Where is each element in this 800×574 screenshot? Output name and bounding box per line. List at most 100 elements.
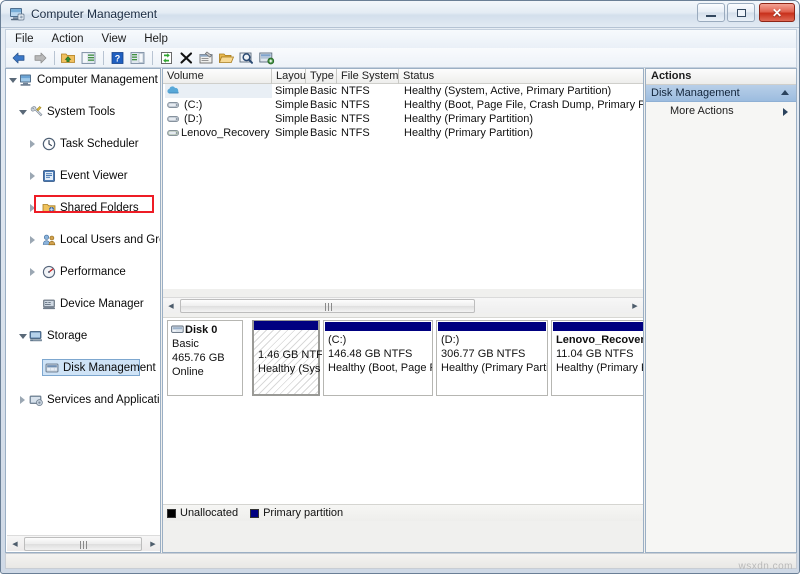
toolbar: ? bbox=[5, 48, 797, 68]
tree-item-label: Shared Folders bbox=[60, 202, 139, 214]
expander-open-icon[interactable] bbox=[19, 332, 28, 341]
cell-type: Basic bbox=[310, 85, 337, 97]
scroll-left-arrow[interactable]: ◀ bbox=[163, 298, 179, 314]
status-bar bbox=[5, 553, 797, 569]
expander-closed-icon[interactable] bbox=[29, 204, 38, 213]
table-row[interactable]: Lenovo_Recovery (E:) Simple Basic NTFS H… bbox=[163, 126, 643, 140]
tree-item-disk-management[interactable]: Disk Management bbox=[6, 359, 160, 376]
volume-list-horizontal-scrollbar[interactable]: ◀ ▶ bbox=[163, 297, 643, 313]
scroll-thumb[interactable] bbox=[180, 299, 475, 313]
close-button[interactable]: ✕ bbox=[759, 3, 795, 22]
rescan-disks-icon[interactable] bbox=[237, 49, 256, 66]
scroll-right-arrow[interactable]: ▶ bbox=[627, 298, 643, 314]
volume-icon bbox=[167, 128, 180, 138]
expander-open-icon[interactable] bbox=[19, 108, 28, 117]
scroll-right-arrow[interactable]: ▶ bbox=[145, 536, 160, 552]
menu-view[interactable]: View bbox=[93, 31, 136, 47]
partition-block-0[interactable]: 1.46 GB NTFS Healthy (Syst bbox=[252, 320, 322, 396]
tree-item-storage[interactable]: Storage bbox=[6, 328, 160, 344]
services-icon bbox=[29, 393, 44, 407]
tree-item-services-and-applications[interactable]: Services and Applications bbox=[6, 392, 160, 408]
show-hide-console-tree-icon[interactable] bbox=[79, 49, 98, 66]
column-header-type[interactable]: Type bbox=[306, 69, 337, 84]
maximize-icon bbox=[728, 4, 754, 21]
partition-label: (C:) bbox=[328, 334, 347, 346]
tree-item-event-viewer[interactable]: Event Viewer bbox=[6, 168, 160, 184]
tree-item-system-tools[interactable]: System Tools bbox=[6, 104, 160, 120]
more-actions-item[interactable]: More Actions bbox=[646, 103, 796, 120]
cell-layout: Simple bbox=[275, 127, 309, 139]
disk-row-0: Disk 0 Basic 465.76 GB Online 1.46 GB NT… bbox=[167, 320, 643, 396]
column-header-file-system[interactable]: File System bbox=[337, 69, 399, 84]
chevron-up-icon[interactable] bbox=[781, 90, 789, 95]
menu-help[interactable]: Help bbox=[135, 31, 177, 47]
tree-item-label: Local Users and Groups bbox=[60, 234, 160, 246]
up-folder-icon[interactable] bbox=[59, 49, 78, 66]
tree-item-label: Disk Management bbox=[63, 362, 156, 374]
main-body: Computer Management (Local System Tools bbox=[5, 68, 797, 553]
scroll-left-arrow[interactable]: ◀ bbox=[7, 536, 23, 552]
scroll-thumb[interactable] bbox=[24, 537, 142, 551]
forward-icon[interactable] bbox=[30, 49, 49, 66]
partition-color-bar bbox=[254, 321, 318, 330]
tree-item-performance[interactable]: Performance bbox=[6, 264, 160, 280]
actions-group-label: Disk Management bbox=[651, 87, 740, 99]
properties-icon[interactable] bbox=[197, 49, 216, 66]
tree-item-computer-management[interactable]: Computer Management (Local bbox=[6, 72, 160, 88]
help-icon[interactable]: ? bbox=[108, 49, 127, 66]
partition-size: 306.77 GB NTFS bbox=[441, 348, 526, 360]
tree-item-device-manager[interactable]: Device Manager bbox=[6, 296, 160, 312]
svg-text:?: ? bbox=[115, 53, 121, 63]
partition-block-2[interactable]: (D:) 306.77 GB NTFS Healthy (Primary Par… bbox=[436, 320, 548, 396]
cell-type: Basic bbox=[310, 113, 337, 125]
tree-item-shared-folders[interactable]: Shared Folders bbox=[6, 200, 160, 216]
menu-action[interactable]: Action bbox=[43, 31, 93, 47]
disk-info-panel[interactable]: Disk 0 Basic 465.76 GB Online bbox=[167, 320, 243, 396]
volume-icon bbox=[167, 100, 180, 110]
legend-swatch-unallocated bbox=[167, 508, 176, 518]
expander-closed-icon[interactable] bbox=[29, 140, 38, 149]
menu-file[interactable]: File bbox=[6, 31, 43, 47]
chevron-right-icon[interactable] bbox=[783, 108, 788, 116]
table-row[interactable]: Simple Basic NTFS Healthy (System, Activ… bbox=[163, 84, 643, 98]
column-header-layout[interactable]: Layout bbox=[272, 69, 306, 84]
open-folder-icon[interactable] bbox=[217, 49, 236, 66]
back-icon[interactable] bbox=[10, 49, 29, 66]
toolbar-separator-2 bbox=[103, 50, 104, 65]
partition-block-3[interactable]: Lenovo_Recovery 11.04 GB NTFS Healthy (P… bbox=[551, 320, 643, 396]
tree-horizontal-scrollbar[interactable]: ◀ ▶ bbox=[7, 535, 160, 552]
toolbar-separator-1 bbox=[54, 50, 55, 65]
tree-item-label: Device Manager bbox=[60, 298, 144, 310]
table-row[interactable]: (C:) Simple Basic NTFS Healthy (Boot, Pa… bbox=[163, 98, 643, 112]
expander-closed-icon[interactable] bbox=[29, 268, 38, 277]
system-tools-icon bbox=[29, 105, 44, 119]
refresh-icon[interactable] bbox=[157, 49, 176, 66]
expander-open-icon[interactable] bbox=[9, 76, 18, 85]
legend-swatch-primary-partition bbox=[250, 508, 260, 518]
maximize-button[interactable] bbox=[727, 3, 755, 22]
column-header-volume[interactable]: Volume bbox=[163, 69, 272, 84]
tree-item-task-scheduler[interactable]: Task Scheduler bbox=[6, 136, 160, 152]
expander-closed-icon[interactable] bbox=[19, 396, 28, 405]
actions-group-disk-management[interactable]: Disk Management bbox=[646, 85, 796, 102]
cell-file-system: NTFS bbox=[341, 113, 370, 125]
column-header-status[interactable]: Status bbox=[399, 69, 643, 84]
expander-closed-icon[interactable] bbox=[29, 236, 38, 245]
table-row[interactable]: (D:) Simple Basic NTFS Healthy (Primary … bbox=[163, 112, 643, 126]
show-hide-action-pane-icon[interactable] bbox=[128, 49, 147, 66]
minimize-button[interactable] bbox=[697, 3, 725, 22]
delete-icon[interactable] bbox=[177, 49, 196, 66]
expander-closed-icon[interactable] bbox=[29, 172, 38, 181]
partition-block-1[interactable]: (C:) 146.48 GB NTFS Healthy (Boot, Page … bbox=[323, 320, 433, 396]
partition-size: 11.04 GB NTFS bbox=[556, 348, 634, 360]
create-vhd-icon[interactable] bbox=[257, 49, 276, 66]
actions-pane: Actions Disk Management More Actions bbox=[645, 68, 797, 553]
cell-file-system: NTFS bbox=[341, 99, 370, 111]
partition-color-bar bbox=[553, 322, 643, 331]
tree-item-local-users-and-groups[interactable]: Local Users and Groups bbox=[6, 232, 160, 248]
cell-status: Healthy (Primary Partition) bbox=[404, 113, 533, 125]
cell-volume: (C:) bbox=[184, 99, 203, 111]
cell-layout: Simple bbox=[275, 85, 309, 97]
volume-icon bbox=[167, 114, 180, 124]
disk-management-pane: Volume Layout Type File System Status Si… bbox=[162, 68, 644, 553]
